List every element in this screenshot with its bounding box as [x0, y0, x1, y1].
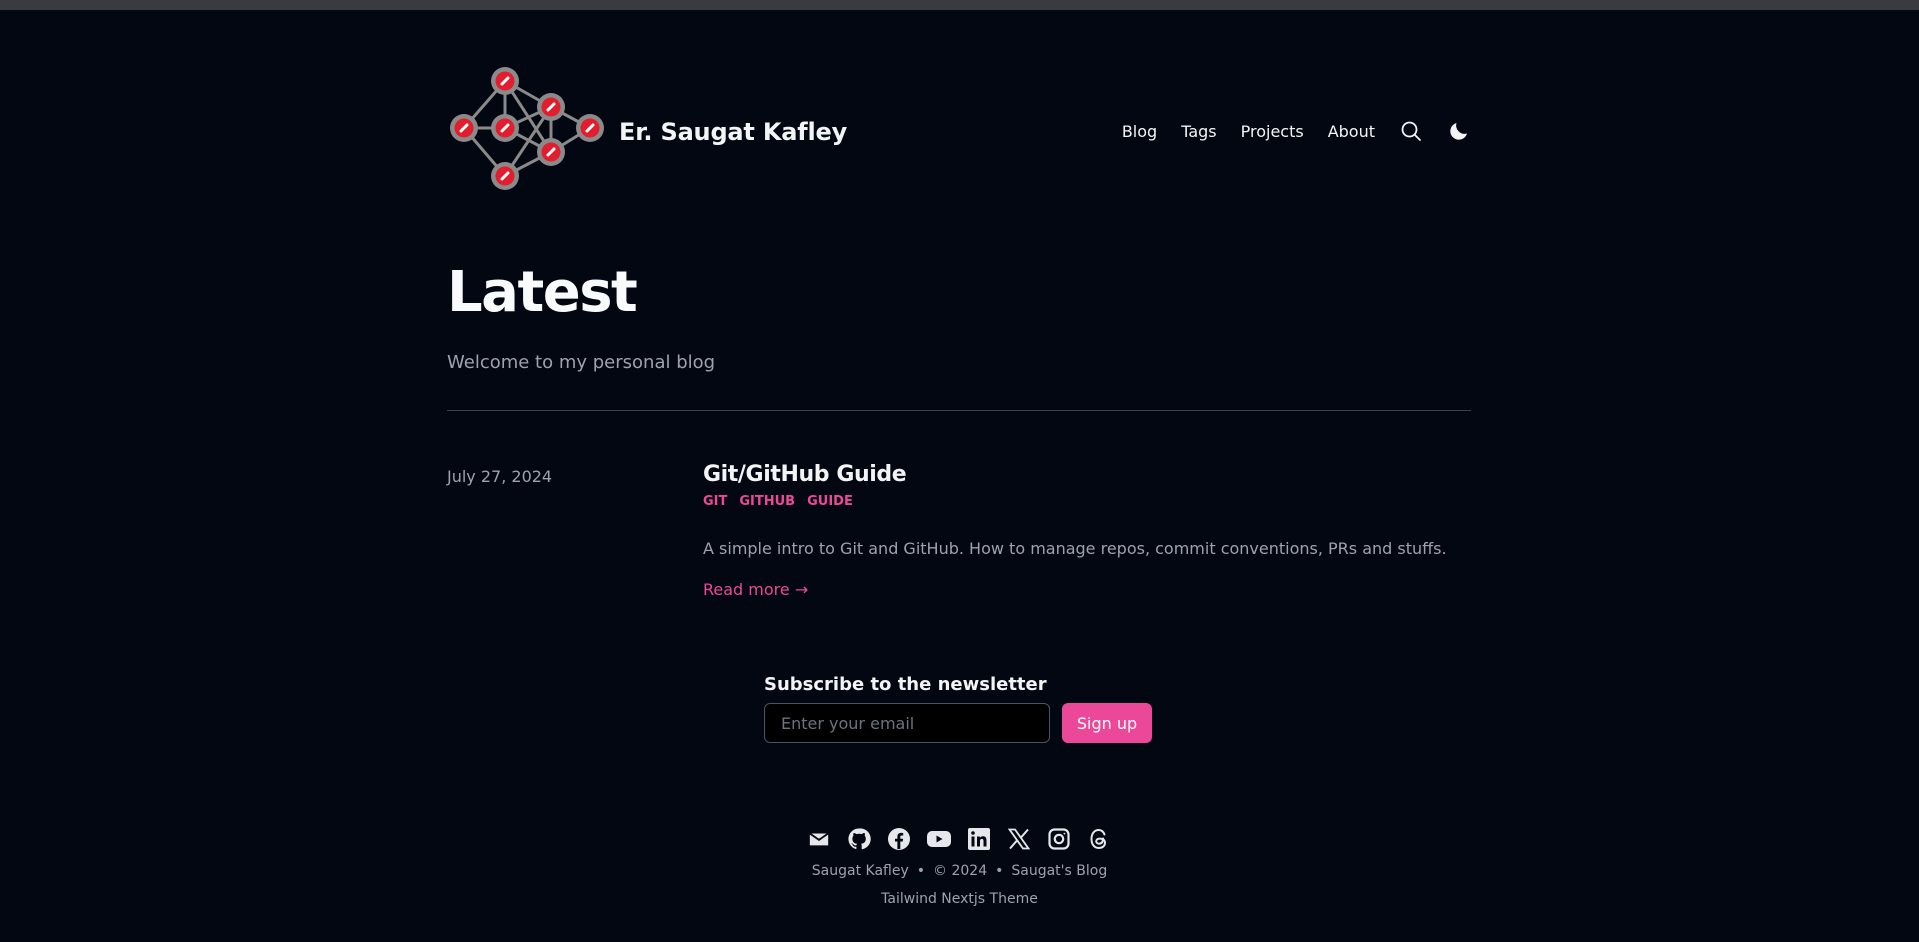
- post-summary: A simple intro to Git and GitHub. How to…: [703, 539, 1447, 558]
- social-links: [806, 826, 1126, 852]
- page-description: Welcome to my personal blog: [447, 352, 716, 373]
- main-nav: Blog Tags Projects About: [1122, 116, 1471, 146]
- footer-separator: •: [916, 863, 926, 879]
- tag-link-guide[interactable]: GUIDE: [807, 494, 853, 509]
- sign-up-button[interactable]: Sign up: [1062, 703, 1152, 743]
- theme-toggle-button[interactable]: [1447, 119, 1471, 143]
- facebook-icon[interactable]: [886, 826, 912, 852]
- divider: [447, 410, 1471, 411]
- youtube-icon[interactable]: [926, 826, 952, 852]
- site-title[interactable]: Er. Saugat Kafley: [619, 118, 847, 146]
- moon-icon: [1450, 123, 1467, 140]
- footer-blog-link[interactable]: Saugat's Blog: [1011, 863, 1107, 879]
- post-date: July 27, 2024: [447, 467, 553, 486]
- tag-link-git[interactable]: GIT: [703, 494, 727, 509]
- tag-link-github[interactable]: GITHUB: [739, 494, 795, 509]
- footer-theme-credit: Tailwind Nextjs Theme: [0, 891, 1919, 907]
- nav-item-about[interactable]: About: [1328, 122, 1375, 141]
- read-more-link[interactable]: Read more →: [703, 580, 808, 599]
- nav-item-projects[interactable]: Projects: [1241, 122, 1304, 141]
- footer-copyright: © 2024: [933, 863, 988, 879]
- post-item: Git/GitHub Guide GIT GITHUB GUIDE A simp…: [703, 460, 1471, 599]
- nav-item-blog[interactable]: Blog: [1122, 122, 1157, 141]
- x-icon[interactable]: [1006, 826, 1032, 852]
- newsletter-form: Subscribe to the newsletter Sign up: [764, 674, 1152, 743]
- page-title: Latest: [447, 260, 638, 325]
- email-input[interactable]: [764, 703, 1050, 743]
- footer-separator: •: [995, 863, 1004, 879]
- search-icon: [1401, 121, 1421, 141]
- threads-icon[interactable]: [1086, 826, 1112, 852]
- footer-author: Saugat Kafley: [811, 863, 909, 879]
- post-tags: GIT GITHUB GUIDE: [703, 494, 1471, 509]
- linkedin-icon[interactable]: [966, 826, 992, 852]
- github-icon[interactable]: [846, 826, 872, 852]
- search-button[interactable]: [1399, 119, 1423, 143]
- network-logo-icon[interactable]: [447, 62, 607, 194]
- footer-credits: Saugat Kafley • © 2024 • Saugat's Blog: [0, 863, 1919, 879]
- footer-theme-link[interactable]: Tailwind Nextjs Theme: [881, 891, 1038, 907]
- browser-top-bar: [0, 0, 1919, 10]
- mail-icon[interactable]: [806, 826, 832, 852]
- newsletter-title: Subscribe to the newsletter: [764, 674, 1047, 695]
- post-title-link[interactable]: Git/GitHub Guide: [703, 460, 1471, 490]
- instagram-icon[interactable]: [1046, 826, 1072, 852]
- nav-item-tags[interactable]: Tags: [1181, 122, 1216, 141]
